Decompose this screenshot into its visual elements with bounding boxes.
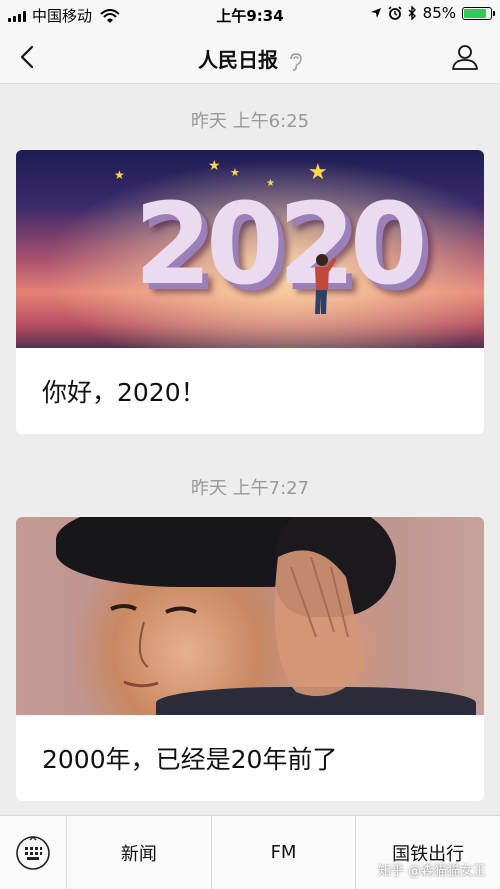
article-card[interactable]: 2020 ★ ★ ★ ★ ★ 你好，2020！ (16, 150, 484, 434)
alarm-icon (388, 6, 402, 20)
chat-title: 人民日报 (0, 44, 500, 73)
ear-icon (290, 52, 302, 71)
battery-level (464, 8, 487, 18)
keyboard-icon (16, 835, 50, 870)
battery-percent: 85% (422, 4, 456, 22)
cover-year-text: 2020 (134, 180, 428, 310)
boy-figure (315, 254, 336, 314)
chat-title-text: 人民日报 (198, 48, 279, 72)
article-title: 2000年，已经是20年前了 (42, 745, 338, 774)
star-icon: ★ (266, 178, 275, 189)
article-cover-image (16, 517, 484, 715)
battery-icon (462, 6, 495, 20)
profile-icon[interactable] (450, 42, 480, 72)
watermark: 知乎 @森猫猫女王 (377, 864, 486, 879)
star-icon: ★ (308, 160, 328, 185)
star-icon: ★ (114, 168, 125, 182)
message-timestamp: 昨天 上午7:27 (190, 478, 310, 499)
article-cover-image: 2020 ★ ★ ★ ★ ★ (16, 150, 484, 348)
article-title: 你好，2020！ (42, 378, 206, 407)
location-icon (370, 8, 381, 18)
menu-item-news[interactable]: 新闻 (67, 816, 212, 889)
article-card[interactable]: 2000年，已经是20年前了 (16, 517, 484, 801)
keyboard-toggle-button[interactable] (0, 816, 67, 889)
menu-item-fm[interactable]: FM (212, 816, 357, 889)
bluetooth-icon (408, 6, 416, 20)
status-bar: 中国移动 上午9:34 85% (0, 0, 500, 30)
star-icon: ★ (230, 166, 240, 179)
portrait-features (110, 550, 366, 697)
star-icon: ★ (208, 158, 221, 174)
nav-bar: 人民日报 (0, 30, 500, 84)
message-timestamp: 昨天 上午6:25 (190, 111, 310, 132)
